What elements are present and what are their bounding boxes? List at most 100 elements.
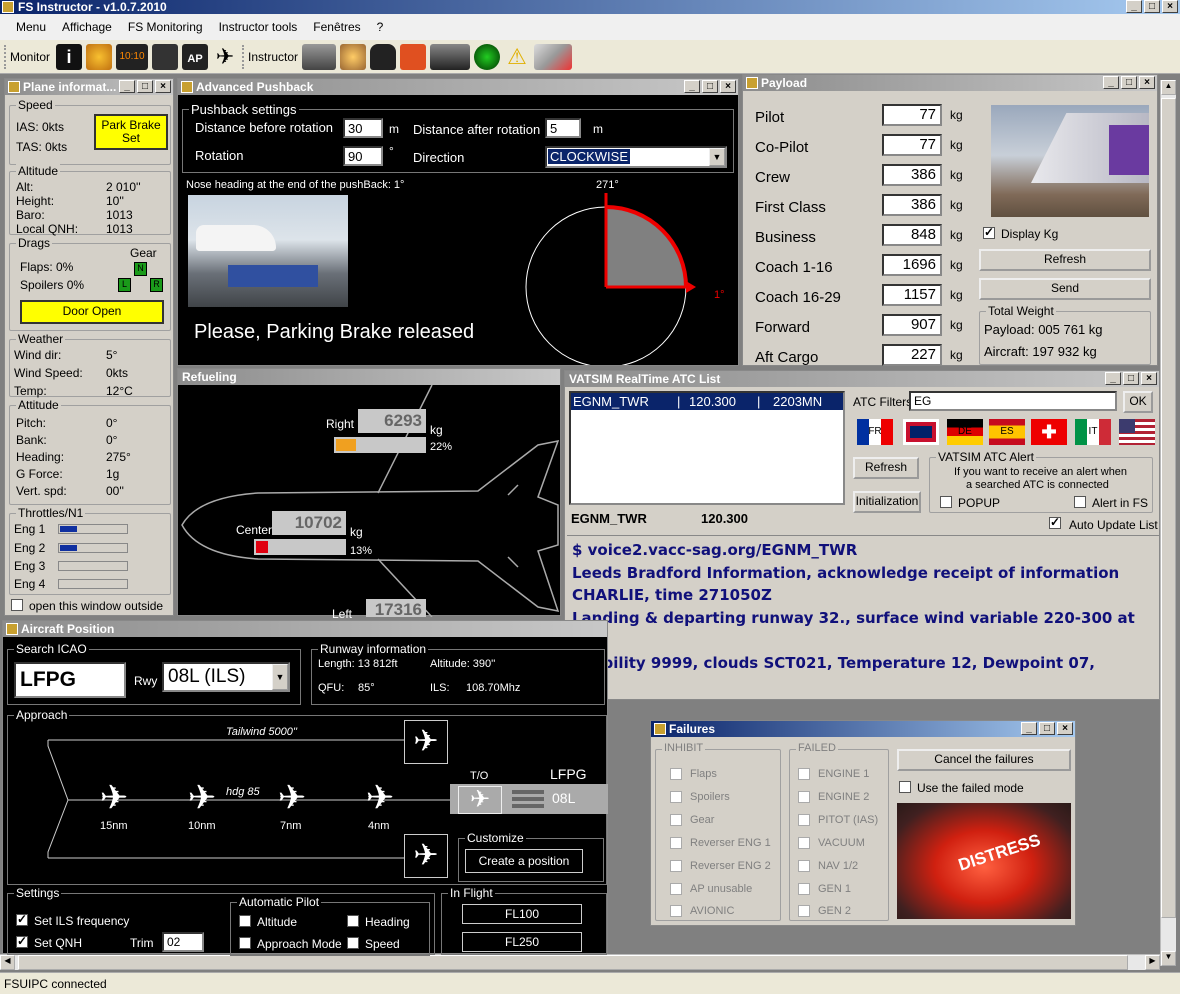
failed-checkbox[interactable] (798, 837, 810, 849)
atc-init-button[interactable]: Initialization (853, 491, 921, 513)
minimize-button[interactable]: _ (119, 80, 135, 93)
payload-input-coach-16-29[interactable]: 1157 (882, 284, 942, 306)
main-vertical-scrollbar[interactable]: ▲ ▼ (1160, 80, 1176, 966)
payload-input-aft-cargo[interactable]: 227 (882, 344, 942, 366)
ap-speed-checkbox[interactable] (347, 937, 359, 949)
approach-15nm-button[interactable]: ✈ (92, 776, 136, 820)
use-failed-mode-checkbox[interactable] (899, 781, 911, 793)
flag-us-icon[interactable] (1119, 419, 1155, 445)
flag-de-icon[interactable]: DE (947, 419, 983, 445)
atc-list[interactable]: EGNM_TWR | 120.300 | 2203MN (569, 391, 845, 505)
inhibit-checkbox[interactable] (670, 837, 682, 849)
inhibit-checkbox[interactable] (670, 860, 682, 872)
atc-filter-ok-button[interactable]: OK (1123, 391, 1153, 413)
payload-input-crew[interactable]: 386 (882, 164, 942, 186)
chevron-down-icon[interactable]: ▼ (709, 148, 725, 166)
distance-before-input[interactable] (343, 118, 383, 138)
failed-checkbox[interactable] (798, 860, 810, 872)
payload-input-pilot[interactable]: 77 (882, 104, 942, 126)
minimize-button[interactable]: _ (1103, 76, 1119, 89)
warning-icon[interactable]: ⚠ (504, 44, 530, 70)
fl100-button[interactable]: FL100 (462, 904, 582, 924)
maximize-button[interactable]: □ (702, 80, 718, 93)
payload-refresh-button[interactable]: Refresh (979, 249, 1151, 271)
headwind-position-button[interactable]: ✈ (404, 834, 448, 878)
failed-checkbox[interactable] (798, 905, 810, 917)
menu-menu[interactable]: Menu (8, 20, 54, 34)
ap-heading-checkbox[interactable] (347, 915, 359, 927)
takeoff-position-button[interactable]: ✈ (458, 786, 502, 814)
park-brake-button[interactable]: Park Brake Set (94, 114, 168, 150)
atc-refresh-button[interactable]: Refresh (853, 457, 919, 479)
display-kg-checkbox[interactable] (983, 225, 995, 239)
maximize-button[interactable]: □ (1121, 76, 1137, 89)
distance-after-input[interactable] (545, 118, 581, 138)
radio-icon[interactable] (152, 43, 179, 70)
compass-icon[interactable] (340, 43, 367, 70)
center-tank-value[interactable]: 10702 (272, 511, 346, 535)
tailwind-position-button[interactable]: ✈ (404, 720, 448, 764)
failed-checkbox[interactable] (798, 814, 810, 826)
payload-send-button[interactable]: Send (979, 278, 1151, 300)
maximize-button[interactable]: □ (1123, 372, 1139, 385)
menu-fs-monitoring[interactable]: FS Monitoring (120, 20, 211, 34)
menu-instructor-tools[interactable]: Instructor tools (211, 20, 306, 34)
flag-fr-icon[interactable]: FR (857, 419, 893, 445)
set-ils-checkbox[interactable] (16, 912, 28, 926)
pushback-icon[interactable] (302, 43, 337, 70)
payload-bag-icon[interactable] (370, 43, 397, 70)
failed-checkbox[interactable] (798, 768, 810, 780)
maximize-button[interactable]: □ (137, 80, 153, 93)
menu-fenetres[interactable]: Fenêtres (305, 20, 368, 34)
close-button[interactable]: × (1057, 722, 1073, 735)
payload-input-coach-1-16[interactable]: 1696 (882, 254, 942, 276)
weather-icon[interactable] (86, 43, 113, 70)
runway-select[interactable]: 08L (ILS) ▼ (162, 662, 290, 692)
popup-checkbox[interactable] (940, 496, 952, 508)
direction-select[interactable]: CLOCKWISE ▼ (545, 146, 727, 168)
maximize-button[interactable]: □ (1039, 722, 1055, 735)
left-tank-value[interactable]: 17316 (366, 599, 426, 617)
fl250-button[interactable]: FL250 (462, 932, 582, 952)
airplane-icon[interactable]: ✈ (212, 44, 238, 70)
inhibit-checkbox[interactable] (670, 768, 682, 780)
icao-input[interactable]: LFPG (14, 662, 126, 698)
minimize-button[interactable]: _ (1126, 0, 1142, 13)
minimize-button[interactable]: _ (1021, 722, 1037, 735)
approach-7nm-button[interactable]: ✈ (270, 776, 314, 820)
ap-altitude-checkbox[interactable] (239, 915, 251, 927)
payload-input-copilot[interactable]: 77 (882, 134, 942, 156)
create-position-button[interactable]: Create a position (465, 849, 583, 873)
minimize-button[interactable]: _ (684, 80, 700, 93)
close-button[interactable]: × (155, 80, 171, 93)
inhibit-checkbox[interactable] (670, 883, 682, 895)
flag-es-icon[interactable]: ES (989, 419, 1025, 445)
payload-input-business[interactable]: 848 (882, 224, 942, 246)
inhibit-checkbox[interactable] (670, 905, 682, 917)
flag-it-icon[interactable]: IT (1075, 419, 1111, 445)
inhibit-checkbox[interactable] (670, 814, 682, 826)
auto-update-checkbox[interactable] (1049, 515, 1061, 529)
close-button[interactable]: × (1139, 76, 1155, 89)
flag-ch-icon[interactable]: ✚ (1031, 419, 1067, 445)
inhibit-checkbox[interactable] (670, 791, 682, 803)
approach-10nm-button[interactable]: ✈ (180, 776, 224, 820)
info-icon[interactable]: i (56, 43, 83, 70)
right-tank-value[interactable]: 6293 (358, 409, 426, 433)
approach-4nm-button[interactable]: ✈ (358, 776, 402, 820)
payload-input-forward[interactable]: 907 (882, 314, 942, 336)
chevron-down-icon[interactable]: ▼ (272, 664, 288, 690)
atc-list-row[interactable]: EGNM_TWR | 120.300 | 2203MN (571, 393, 843, 410)
alert-in-fs-checkbox[interactable] (1074, 496, 1086, 508)
engine-icon[interactable] (430, 43, 471, 70)
close-button[interactable]: × (1162, 0, 1178, 13)
ap-approach-checkbox[interactable] (239, 937, 251, 949)
maximize-button[interactable]: □ (1144, 0, 1160, 13)
minimize-button[interactable]: _ (1105, 372, 1121, 385)
failed-checkbox[interactable] (798, 791, 810, 803)
payload-input-first-class[interactable]: 386 (882, 194, 942, 216)
rotation-input[interactable] (343, 146, 383, 166)
atc-filter-input[interactable] (909, 391, 1117, 411)
set-qnh-checkbox[interactable] (16, 934, 28, 948)
radar-icon[interactable] (474, 43, 501, 70)
